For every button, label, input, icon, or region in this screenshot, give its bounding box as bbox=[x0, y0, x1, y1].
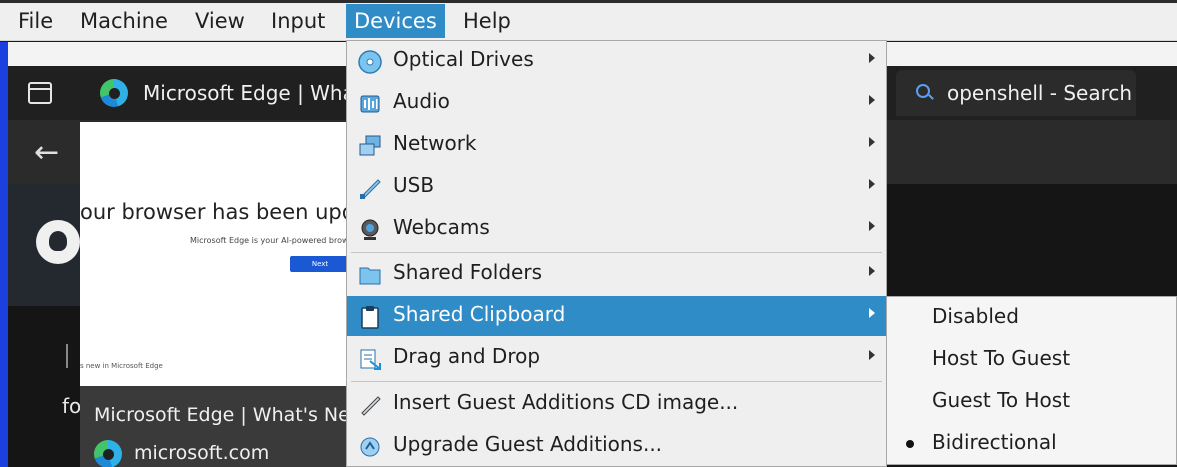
submenu-arrow-icon bbox=[869, 179, 875, 189]
menu-item-label: USB bbox=[393, 173, 435, 197]
search-icon bbox=[916, 84, 930, 98]
devices-menu-shared-folders[interactable]: Shared Folders bbox=[347, 254, 886, 294]
preview-small-text: s new in Microsoft Edge bbox=[80, 362, 163, 370]
submenu-arrow-icon bbox=[869, 137, 875, 147]
clipboard-option-guest-to-host[interactable]: Guest To Host bbox=[887, 381, 1176, 423]
fork-icon bbox=[66, 344, 80, 368]
devices-menu-network[interactable]: Network bbox=[347, 125, 886, 165]
upgrade-guest-additions-icon bbox=[360, 437, 380, 457]
tab-title: openshell - Search bbox=[947, 81, 1132, 105]
browser-tab-search[interactable]: openshell - Search bbox=[896, 70, 1136, 116]
menu-separator bbox=[351, 381, 882, 382]
page-text-fragment: fo bbox=[62, 394, 82, 418]
menu-item-label: Audio bbox=[393, 89, 450, 113]
option-label: Host To Guest bbox=[932, 346, 1071, 370]
preview-subtext: Microsoft Edge is your AI-powered browse… bbox=[190, 236, 360, 245]
back-arrow-icon[interactable]: ← bbox=[34, 138, 59, 168]
preview-card-title: Microsoft Edge | What's New bbox=[94, 404, 360, 426]
option-label: Disabled bbox=[932, 304, 1019, 328]
menu-item-label: Drag and Drop bbox=[393, 344, 541, 368]
audio-icon bbox=[360, 95, 380, 113]
drag-drop-icon bbox=[360, 349, 381, 370]
menu-item-label: Upgrade Guest Additions... bbox=[393, 432, 663, 456]
submenu-arrow-icon bbox=[869, 350, 875, 360]
tab-hover-preview: our browser has been updated Microsoft E… bbox=[80, 122, 360, 467]
devices-menu-webcams[interactable]: Webcams bbox=[347, 209, 886, 249]
vm-menubar: File Machine View Input Devices Help bbox=[0, 0, 1177, 41]
usb-icon bbox=[360, 179, 381, 199]
screen: File Machine View Input Devices Help Mic… bbox=[0, 0, 1177, 467]
menu-input[interactable]: Input bbox=[263, 4, 333, 38]
menu-item-label: Shared Folders bbox=[393, 260, 542, 284]
submenu-arrow-icon bbox=[869, 221, 875, 231]
optical-drive-icon bbox=[358, 50, 382, 74]
menu-machine[interactable]: Machine bbox=[72, 4, 176, 38]
menu-item-label: Network bbox=[393, 131, 477, 155]
menu-view[interactable]: View bbox=[187, 4, 253, 38]
preview-card: Microsoft Edge | What's New microsoft.co… bbox=[80, 386, 360, 467]
clipboard-option-bidirectional[interactable]: Bidirectional bbox=[887, 423, 1176, 465]
tab-actions-icon[interactable] bbox=[28, 82, 52, 104]
option-label: Bidirectional bbox=[932, 430, 1057, 454]
edge-logo-icon bbox=[100, 79, 128, 107]
shared-folder-icon bbox=[359, 267, 381, 285]
submenu-arrow-icon bbox=[869, 95, 875, 105]
edge-logo-icon bbox=[94, 440, 122, 467]
devices-menu-drag-and-drop[interactable]: Drag and Drop bbox=[347, 338, 886, 378]
submenu-arrow-icon bbox=[869, 266, 875, 276]
menu-item-label: Insert Guest Additions CD image... bbox=[393, 390, 739, 414]
devices-menu-insert-guest-additions[interactable]: Insert Guest Additions CD image... bbox=[347, 384, 886, 424]
devices-menu-usb[interactable]: USB bbox=[347, 167, 886, 207]
clipboard-option-host-to-guest[interactable]: Host To Guest bbox=[887, 339, 1176, 381]
network-icon bbox=[359, 135, 381, 156]
menu-item-label: Optical Drives bbox=[393, 47, 534, 71]
preview-card-domain: microsoft.com bbox=[134, 442, 270, 464]
selected-bullet-icon bbox=[906, 440, 914, 448]
github-header bbox=[8, 184, 80, 306]
menu-file[interactable]: File bbox=[10, 4, 61, 38]
devices-menu-audio[interactable]: Audio bbox=[347, 83, 886, 123]
option-label: Guest To Host bbox=[932, 388, 1071, 412]
menu-separator bbox=[351, 252, 882, 253]
clipboard-submenu: Disabled Host To Guest Guest To Host Bid… bbox=[886, 296, 1177, 465]
guest-left-border bbox=[0, 42, 8, 467]
browser-tab-edge[interactable]: Microsoft Edge | What's New bbox=[88, 66, 368, 120]
clipboard-icon bbox=[361, 306, 379, 329]
devices-menu-optical-drives[interactable]: Optical Drives bbox=[347, 41, 886, 81]
github-logo-icon[interactable] bbox=[36, 220, 80, 264]
menu-item-label: Shared Clipboard bbox=[393, 302, 566, 326]
devices-menu-upgrade-guest-additions[interactable]: Upgrade Guest Additions... bbox=[347, 426, 886, 466]
devices-menu-shared-clipboard[interactable]: Shared Clipboard bbox=[347, 296, 886, 336]
preview-next-button: Next bbox=[290, 256, 350, 272]
preview-headline: our browser has been updated bbox=[80, 200, 360, 224]
window-top-edge bbox=[0, 0, 1177, 3]
tab-title: Microsoft Edge | What's New bbox=[143, 81, 368, 105]
webcam-icon bbox=[361, 219, 379, 240]
menu-devices[interactable]: Devices bbox=[346, 4, 445, 38]
guest-additions-cd-icon bbox=[361, 396, 381, 416]
submenu-arrow-icon bbox=[869, 53, 875, 63]
clipboard-option-disabled[interactable]: Disabled bbox=[887, 297, 1176, 339]
devices-menu: Optical Drives Audio Network USB Webcams… bbox=[346, 40, 887, 467]
menu-item-label: Webcams bbox=[393, 215, 490, 239]
submenu-arrow-icon bbox=[869, 308, 875, 318]
menu-help[interactable]: Help bbox=[455, 4, 519, 38]
